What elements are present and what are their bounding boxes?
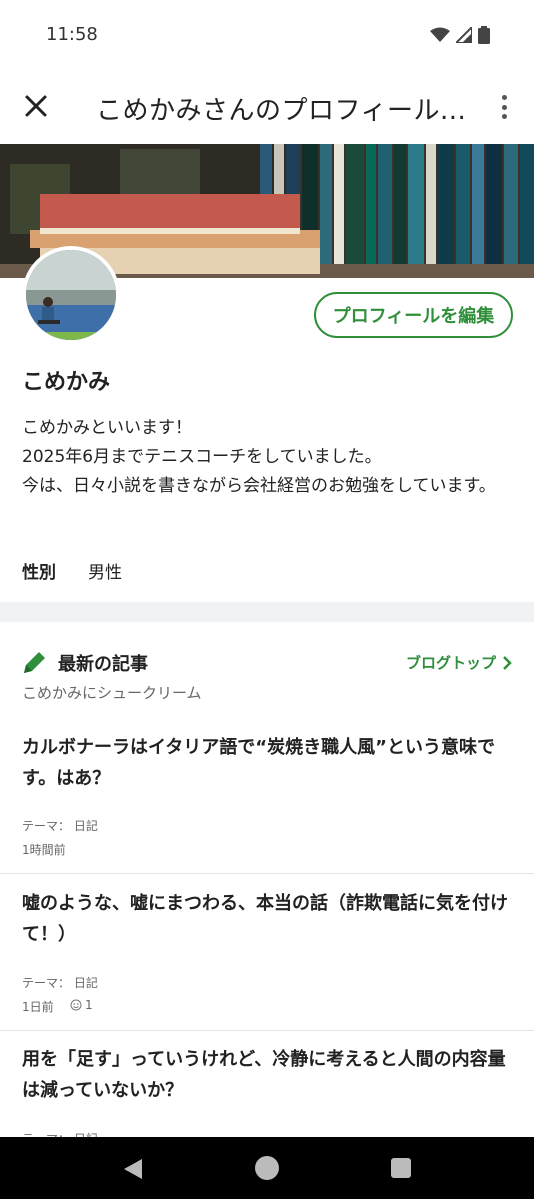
blog-name: こめかみにシュークリーム [22, 684, 202, 702]
profile-name: こめかみ [22, 370, 111, 395]
back-icon[interactable] [122, 1157, 144, 1181]
status-time: 11:58 [46, 24, 98, 45]
gender-value: 男性 [88, 563, 122, 583]
article-time: 1日前 [22, 1000, 54, 1014]
page-title: こめかみさんのプロフィール... [96, 96, 466, 126]
article-theme: テーマ： 日記 [22, 819, 98, 833]
blog-top-label: ブログトップ [405, 654, 496, 672]
close-icon [25, 95, 47, 117]
signal-icon [456, 27, 472, 43]
more-options-button[interactable] [494, 92, 514, 122]
status-bar: 11:58 [0, 0, 534, 72]
profile-bio: こめかみといいます！ 2025年6月までテニスコーチをしていました。 今は、日々… [22, 414, 502, 501]
system-nav-bar [0, 1137, 534, 1199]
status-icons [430, 26, 490, 44]
bio-line: 今は、日々小説を書きながら会社経営のお勉強をしています。 [22, 476, 496, 496]
article-item[interactable]: 用を「足す」っていうけれど、冷静に考えると人間の内容量は減っていないか？ テーマ… [0, 1044, 534, 1146]
more-vert-icon [501, 95, 507, 100]
pencil-icon [24, 652, 45, 673]
article-time: 1時間前 [22, 843, 66, 857]
avatar[interactable] [22, 246, 120, 344]
battery-icon [478, 26, 490, 44]
article-likes: 1 [70, 998, 93, 1012]
article-item[interactable]: カルボナーラはイタリア語で“炭焼き職人風”という意味です。はあ？ テーマ： 日記… [0, 732, 534, 874]
latest-articles-header: 最新の記事 ブログトップ [22, 646, 512, 680]
article-title: 嘘のような、嘘にまつわる、本当の話（詐欺電話に気を付けて！） [22, 893, 508, 945]
article-title: カルボナーラはイタリア語で“炭焼き職人風”という意味です。はあ？ [22, 737, 495, 789]
likes-count: 1 [85, 998, 93, 1012]
bio-line: こめかみといいます！ [22, 418, 192, 438]
article-item[interactable]: 嘘のような、嘘にまつわる、本当の話（詐欺電話に気を付けて！） テーマ： 日記 1… [0, 888, 534, 1031]
home-icon[interactable] [255, 1156, 279, 1180]
smile-icon [70, 999, 82, 1011]
recents-icon[interactable] [391, 1158, 411, 1178]
chevron-right-icon [503, 655, 512, 670]
bio-line: 2025年6月までテニスコーチをしていました。 [22, 447, 382, 467]
close-button[interactable] [20, 90, 52, 122]
edit-profile-button[interactable]: プロフィールを編集 [314, 292, 513, 338]
article-theme: テーマ： 日記 [22, 976, 98, 990]
blog-top-link[interactable]: ブログトップ [406, 652, 512, 673]
section-divider [0, 602, 534, 622]
gender-label: 性別 [22, 563, 56, 583]
section-title: 最新の記事 [58, 654, 148, 675]
article-title: 用を「足す」っていうけれど、冷静に考えると人間の内容量は減っていないか？ [22, 1049, 506, 1101]
wifi-icon [430, 27, 450, 42]
app-bar: こめかみさんのプロフィール... [0, 72, 534, 144]
